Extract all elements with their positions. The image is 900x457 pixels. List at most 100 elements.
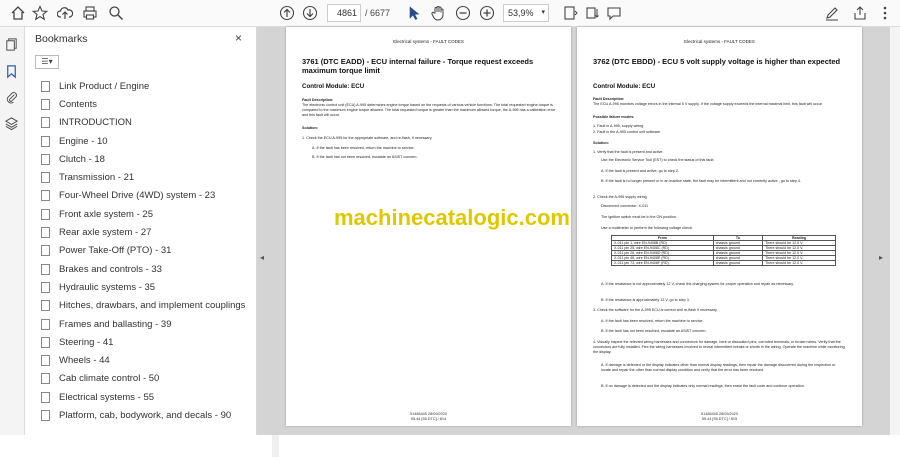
collapse-panel-icon[interactable]: ◂ — [260, 253, 264, 262]
bookmark-page-icon — [41, 355, 50, 367]
bookmark-page-icon — [41, 318, 50, 330]
comment-icon[interactable] — [604, 4, 624, 22]
bookmark-page-icon — [41, 263, 50, 275]
more-options-icon[interactable] — [875, 4, 895, 22]
search-icon[interactable] — [106, 4, 126, 22]
step: B. If the fault has not been resolved, e… — [312, 155, 418, 159]
bookmark-page-icon — [41, 153, 50, 165]
bookmark-label: Clutch - 18 — [59, 153, 105, 165]
select-cursor-icon[interactable] — [404, 4, 424, 22]
step: 1. Check the ECU A-995 for the appropria… — [302, 136, 433, 140]
fault-desc: The electronic control unit (ECU) A-995 … — [302, 103, 556, 117]
fault-desc: The ECU A-995 monitors voltage errors in… — [593, 102, 823, 106]
bookmark-label: Power Take-Off (PTO) - 31 — [59, 245, 172, 257]
bookmark-page-icon — [41, 245, 50, 257]
bookmark-item[interactable]: Link Product / Engine — [35, 77, 247, 95]
bookmark-item[interactable]: Contents — [35, 95, 247, 113]
bookmark-label: Hitches, drawbars, and implement couplin… — [59, 300, 247, 312]
bookmark-item[interactable]: Brakes and controls - 33 — [35, 260, 247, 278]
navigation-strip — [0, 27, 25, 435]
document-viewer[interactable]: ◂ Electrical systems - FAULT CODES 3761 … — [257, 27, 890, 435]
bookmark-label: Wheels - 44 — [59, 355, 110, 367]
bookmark-label: Engine - 10 — [59, 135, 108, 147]
causes-label: Possible failure modes: — [593, 115, 635, 119]
close-panel-button[interactable]: × — [235, 31, 242, 45]
bookmark-item[interactable]: Four-Wheel Drive (4WD) system - 23 — [35, 187, 247, 205]
page-header: Electrical systems - FAULT CODES — [393, 39, 464, 44]
fit-page-icon[interactable] — [560, 4, 580, 22]
print-icon[interactable] — [80, 4, 100, 22]
bookmark-item[interactable]: Clutch - 18 — [35, 150, 247, 168]
zoom-out-icon[interactable] — [453, 4, 473, 22]
panel-title: Bookmarks — [35, 33, 88, 45]
previous-page-icon[interactable] — [277, 4, 297, 22]
table-row: X-011 pin 25, wire EN-9408C (RD) chassis … — [611, 245, 836, 251]
page-footer: 51486445 28/09/2020 55.44 [55.DTC] / 814 — [410, 412, 447, 421]
table-row: X-011 pin 1, wire EN-9408B (RD) chassis g… — [611, 240, 836, 246]
bookmark-label: Frames and ballasting - 39 — [59, 318, 172, 330]
bookmark-item[interactable]: Power Take-Off (PTO) - 31 — [35, 242, 247, 260]
bookmark-item[interactable]: Wheels - 44 — [35, 351, 247, 369]
bookmark-page-icon — [41, 373, 50, 385]
sign-pen-icon[interactable] — [822, 4, 842, 22]
step: A. If the resistance is not approximatel… — [601, 282, 794, 286]
bookmark-item[interactable]: Electrical systems - 55 — [35, 388, 247, 406]
bookmark-item[interactable]: Cab climate control - 50 — [35, 370, 247, 388]
page-number-input[interactable]: 4861 — [327, 4, 361, 22]
step: A. If the fault has been resolved, retur… — [601, 319, 704, 323]
bookmark-label: Contents — [59, 98, 98, 110]
table-row: X-011 pin 73, wire EN-9408F (RD) chassis … — [611, 260, 836, 266]
bookmark-item[interactable]: Engine - 10 — [35, 132, 247, 150]
page-thumbnails-icon[interactable] — [4, 37, 21, 54]
bookmark-label: Hydraulic systems - 35 — [59, 281, 156, 293]
step: Use a multimeter to perform the followin… — [601, 226, 693, 230]
layers-icon[interactable] — [4, 116, 21, 133]
bookmark-item[interactable]: Transmission - 21 — [35, 168, 247, 186]
right-pane-strip — [890, 27, 900, 435]
step: 1. Verify that the fault is present and … — [593, 150, 664, 154]
star-icon[interactable] — [30, 4, 50, 22]
attachments-icon[interactable] — [4, 90, 21, 107]
zoom-in-icon[interactable] — [477, 4, 497, 22]
bookmark-page-icon — [41, 208, 50, 220]
bookmark-item[interactable]: Rear axle system - 27 — [35, 223, 247, 241]
share-link-icon[interactable] — [850, 4, 870, 22]
cause: 2. Fault in the A-995 control unit softw… — [593, 130, 661, 134]
bookmark-label: Platform, cab, bodywork, and decals - 90 — [59, 409, 232, 421]
bookmark-item[interactable]: Platform, cab, bodywork, and decals - 90 — [35, 406, 247, 424]
page-header: Electrical systems - FAULT CODES — [684, 39, 755, 44]
step: A. If the fault is present and active, g… — [601, 169, 679, 173]
home-icon[interactable] — [8, 4, 28, 22]
bookmark-item[interactable]: Frames and ballasting - 39 — [35, 315, 247, 333]
fault-title: 3762 (DTC EBDD) - ECU 5 volt supply volt… — [593, 57, 841, 66]
bookmark-item[interactable]: Steering - 41 — [35, 333, 247, 351]
step: 2. Check the A-995 supply wiring. — [593, 195, 648, 199]
upload-cloud-icon[interactable] — [55, 4, 75, 22]
expand-right-panel-icon[interactable]: ▸ — [879, 253, 883, 262]
scroll-mode-icon[interactable] — [583, 4, 603, 22]
table-body: X-011 pin 1, wire EN-9408B (RD) chassis g… — [611, 240, 836, 266]
bookmark-item[interactable]: INTRODUCTION — [35, 114, 247, 132]
table-row: X-011 pin 48, wire EN-9408E (RD) chassis … — [611, 255, 836, 261]
step: A. If the fault has been resolved, retur… — [312, 146, 415, 150]
bookmark-label: INTRODUCTION — [59, 117, 132, 129]
pdf-page-right: Electrical systems - FAULT CODES 3762 (D… — [577, 27, 862, 426]
step: B. If the resistance is approximately 12… — [601, 298, 690, 302]
bookmark-item[interactable]: Hitches, drawbars, and implement couplin… — [35, 297, 247, 315]
bookmark-options-button[interactable]: ☰▾ — [35, 55, 59, 69]
bookmarks-icon[interactable] — [4, 64, 21, 81]
bookmark-page-icon — [41, 281, 50, 293]
zoom-select[interactable]: 53,9% ▾ — [503, 4, 549, 22]
bookmark-item[interactable]: Hydraulic systems - 35 — [35, 278, 247, 296]
solution-label: Solution: — [593, 141, 609, 145]
bookmark-label: Cab climate control - 50 — [59, 373, 160, 385]
hand-tool-icon[interactable] — [428, 4, 448, 22]
bookmark-page-icon — [41, 172, 50, 184]
bookmark-page-icon — [41, 336, 50, 348]
bookmark-item[interactable]: Front axle system - 25 — [35, 205, 247, 223]
bookmark-page-icon — [41, 117, 50, 129]
next-page-icon[interactable] — [300, 4, 320, 22]
bookmark-label: Transmission - 21 — [59, 172, 135, 184]
bookmarks-panel: Bookmarks × ☰▾ Link Product / Engine Cont… — [25, 27, 279, 457]
bookmark-page-icon — [41, 98, 50, 110]
